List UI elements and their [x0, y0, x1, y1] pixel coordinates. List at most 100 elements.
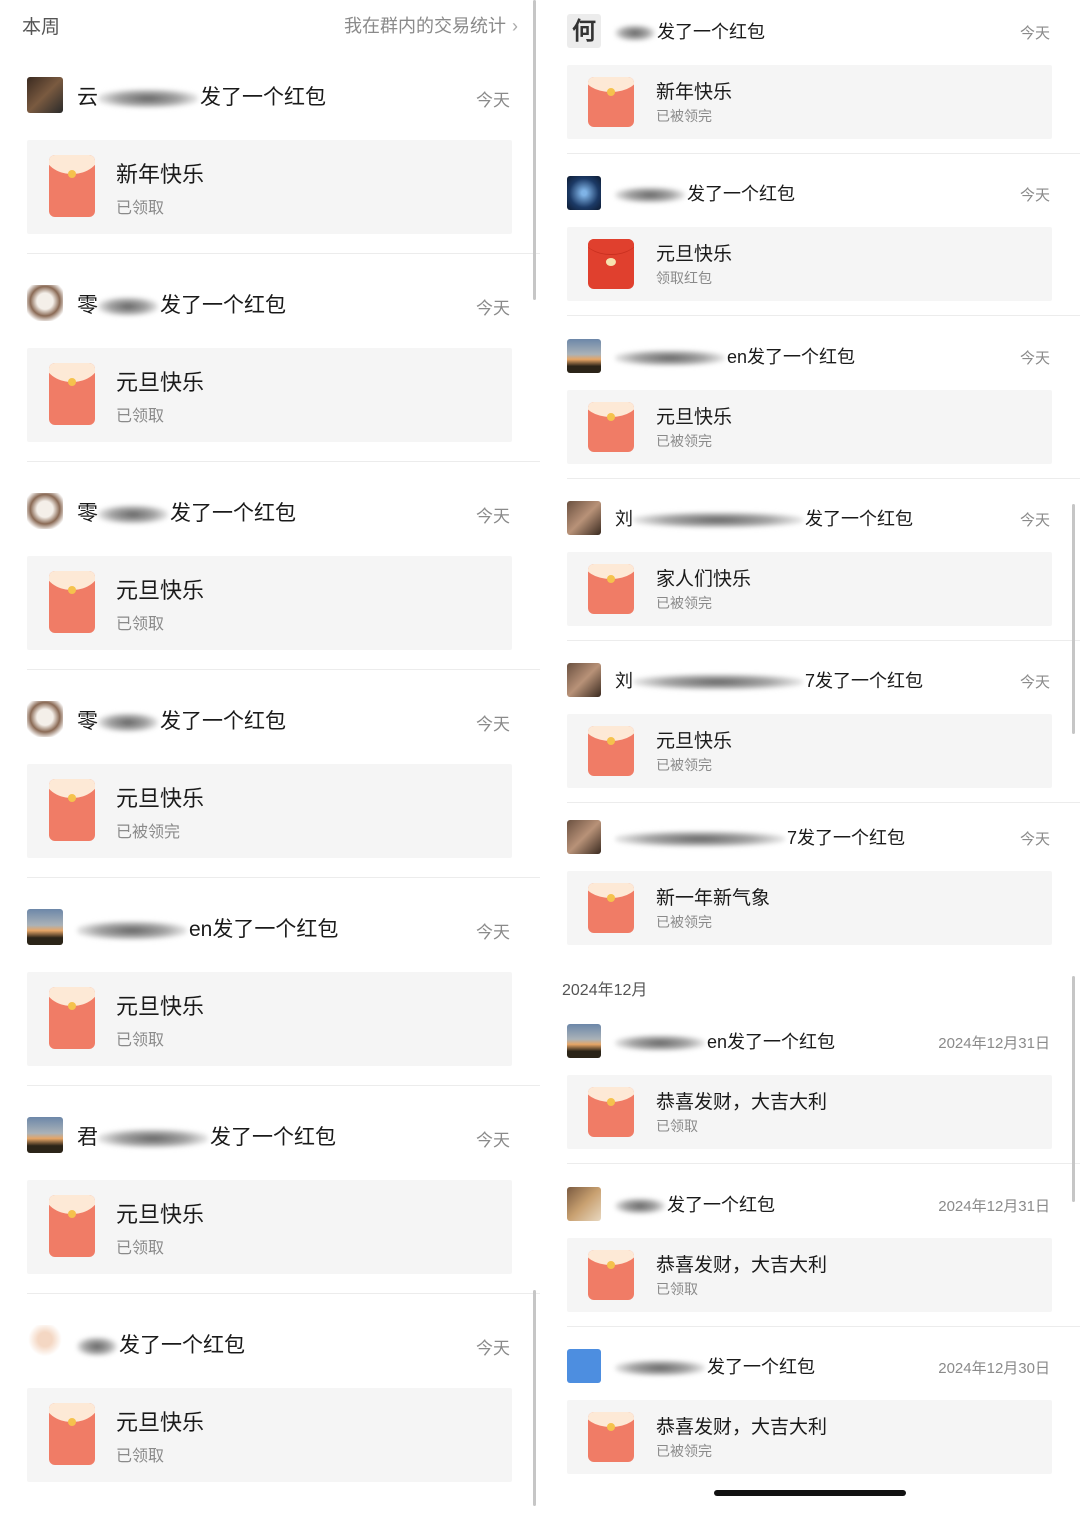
month-header: 2024年12月: [562, 982, 648, 999]
red-packet-card[interactable]: 元旦快乐 已被领完: [27, 764, 512, 858]
redacted-name: [98, 713, 158, 732]
red-packet-item[interactable]: 发了一个红包 今天 元旦快乐 已领取: [27, 1322, 540, 1522]
envelope-coin: [607, 88, 615, 96]
avatar[interactable]: [27, 1325, 63, 1361]
transaction-stats-link[interactable]: 我在群内的交易统计 ›: [344, 12, 518, 38]
sender-action: 发了一个红包: [160, 294, 286, 317]
red-packet-item[interactable]: 发了一个红包 今天 元旦快乐 领取红包: [567, 174, 1080, 329]
sender-name: 刘: [615, 509, 633, 529]
sender-line: 7发了一个红包: [615, 824, 905, 850]
red-packet-item[interactable]: 君 发了一个红包 今天 元旦快乐 已领取: [27, 1114, 540, 1314]
scrollbar[interactable]: [1072, 504, 1075, 734]
envelope-coin: [605, 257, 617, 266]
divider: [567, 478, 1080, 479]
sender-line: en发了一个红包: [77, 913, 338, 943]
sender-action: 发了一个红包: [707, 1357, 815, 1377]
avatar[interactable]: [567, 339, 601, 373]
scrollbar[interactable]: [533, 1290, 536, 1506]
packet-status: 已被领完: [116, 824, 181, 841]
avatar[interactable]: [567, 176, 601, 210]
avatar[interactable]: [27, 1117, 63, 1153]
red-packet-card[interactable]: 元旦快乐 已领取: [27, 1388, 512, 1482]
redacted-name: [615, 350, 725, 367]
packet-greeting: 元旦快乐: [656, 407, 733, 428]
sender-name: 零: [77, 502, 98, 525]
red-packet-card[interactable]: 元旦快乐 已被领完: [567, 714, 1052, 788]
divider: [567, 315, 1080, 316]
envelope-coin: [607, 413, 615, 421]
red-envelope-icon: [49, 779, 95, 841]
redacted-name: [77, 921, 187, 940]
avatar[interactable]: [567, 501, 601, 535]
red-packet-item[interactable]: 云 发了一个红包 今天 新年快乐 已领取: [27, 74, 540, 274]
avatar[interactable]: [567, 1187, 601, 1221]
red-packet-item[interactable]: 何 发了一个红包 今天 新年快乐 已被领完: [567, 12, 1080, 167]
avatar[interactable]: [27, 493, 63, 529]
avatar[interactable]: [567, 663, 601, 697]
sender-line: 发了一个红包: [615, 1191, 775, 1217]
red-packet-item[interactable]: 零 发了一个红包 今天 元旦快乐 已领取: [27, 282, 540, 482]
red-packet-item[interactable]: 刘 7发了一个红包 今天元旦快乐已被领完: [567, 661, 1080, 816]
red-packet-item[interactable]: 零 发了一个红包 今天 元旦快乐 已领取: [27, 490, 540, 690]
red-packet-card[interactable]: 新年快乐 已领取: [27, 140, 512, 234]
red-packet-item[interactable]: en发了一个红包 今天 元旦快乐 已被领完: [567, 337, 1080, 492]
red-packet-card[interactable]: 恭喜发财，大吉大利 已被领完: [567, 1400, 1052, 1474]
date-label: 今天: [1019, 674, 1050, 691]
red-packet-card[interactable]: 新一年新气象 已被领完: [567, 871, 1052, 945]
avatar[interactable]: 何: [567, 14, 601, 48]
envelope-coin: [68, 1209, 76, 1218]
avatar[interactable]: [27, 909, 63, 945]
red-packet-card[interactable]: 元旦快乐 已领取: [27, 972, 512, 1066]
sender-line: 刘 7发了一个红包: [615, 667, 923, 693]
sender-name: 君: [77, 1126, 98, 1149]
avatar[interactable]: [27, 701, 63, 737]
sender-line: 刘 发了一个红包: [615, 505, 913, 531]
avatar[interactable]: [27, 77, 63, 113]
packet-greeting: 元旦快乐: [116, 1410, 205, 1435]
red-envelope-icon: [588, 239, 634, 289]
envelope-coin: [68, 377, 76, 386]
red-packet-item[interactable]: 刘 发了一个红包 今天家人们快乐 已被领完: [567, 499, 1080, 654]
packet-status: 已被领完: [656, 757, 712, 773]
redacted-name: [98, 505, 168, 524]
redacted-name: [633, 674, 803, 691]
red-packet-item[interactable]: en发了一个红包 今天 元旦快乐 已领取: [27, 906, 540, 1106]
sender-action: 7发了一个红包: [805, 671, 924, 691]
red-packet-card[interactable]: 元旦快乐 领取红包: [567, 227, 1052, 301]
red-packet-card[interactable]: 元旦快乐 已被领完: [567, 390, 1052, 464]
sender-line: en发了一个红包: [615, 1028, 835, 1054]
packet-greeting: 元旦快乐: [116, 994, 205, 1019]
packet-status: 已领取: [116, 200, 165, 217]
avatar[interactable]: [567, 1024, 601, 1058]
sender-line: 发了一个红包: [77, 1329, 245, 1359]
scrollbar[interactable]: [533, 0, 536, 300]
avatar-initial: 何: [572, 17, 596, 45]
packet-greeting: 元旦快乐: [656, 731, 733, 752]
red-packet-item[interactable]: 发了一个红包 2024年12月31日 恭喜发财，大吉大利 已领取: [567, 1185, 1080, 1340]
avatar[interactable]: [567, 820, 601, 854]
red-packet-card[interactable]: 家人们快乐 已被领完: [567, 552, 1052, 626]
red-envelope-icon: [49, 1195, 95, 1257]
red-packet-item[interactable]: 零 发了一个红包 今天 元旦快乐 已被领完: [27, 698, 540, 898]
packet-status: 已领取: [656, 1118, 698, 1134]
sender-line: 君 发了一个红包: [77, 1121, 336, 1151]
red-packet-card[interactable]: 元旦快乐 已领取: [27, 556, 512, 650]
packet-status: 领取红包: [656, 270, 712, 286]
envelope-coin: [607, 1261, 615, 1269]
envelope-coin: [68, 585, 76, 594]
red-packet-card[interactable]: 恭喜发财，大吉大利 已领取: [567, 1075, 1052, 1149]
red-packet-card[interactable]: 元旦快乐 已领取: [27, 1180, 512, 1274]
red-packet-item[interactable]: 发了一个红包 2024年12月30日 恭喜发财，大吉大利 已被领完: [567, 1347, 1080, 1502]
avatar[interactable]: [27, 285, 63, 321]
red-envelope-icon: [588, 77, 634, 127]
avatar[interactable]: [567, 1349, 601, 1383]
date-label: 今天: [1019, 512, 1050, 529]
redacted-name: [615, 1360, 705, 1377]
red-packet-card[interactable]: 恭喜发财，大吉大利 已领取: [567, 1238, 1052, 1312]
red-packet-card[interactable]: 新年快乐 已被领完: [567, 65, 1052, 139]
red-packet-item[interactable]: 7发了一个红包 今天 新一年新气象 已被领完: [567, 818, 1080, 973]
red-packet-item[interactable]: en发了一个红包 2024年12月31日 恭喜发财，大吉大利 已领取: [567, 1022, 1080, 1177]
red-envelope-icon: [588, 1250, 634, 1300]
scrollbar[interactable]: [1072, 976, 1075, 1202]
red-packet-card[interactable]: 元旦快乐 已领取: [27, 348, 512, 442]
